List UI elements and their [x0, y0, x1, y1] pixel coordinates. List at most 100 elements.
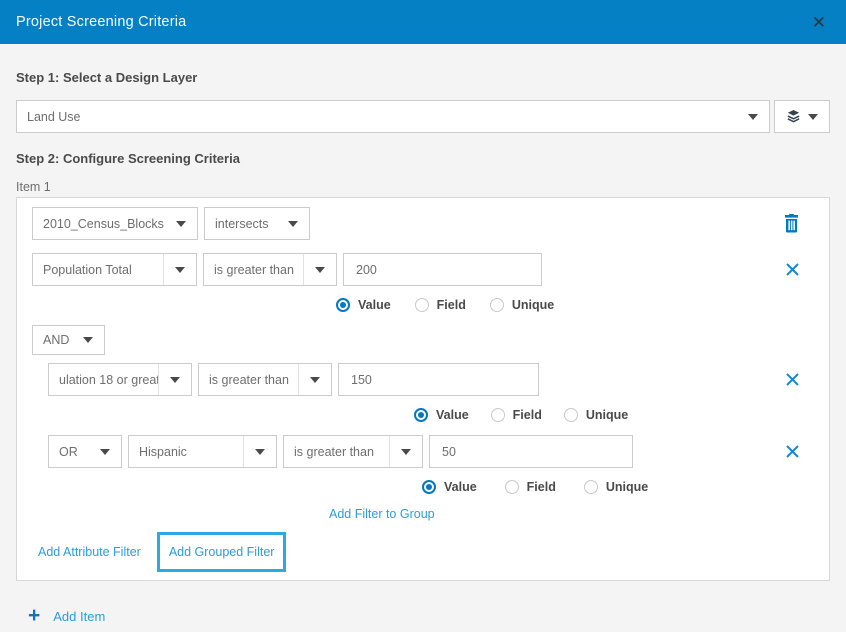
caret-cell [164, 208, 197, 239]
chevron-down-icon [310, 377, 320, 383]
chevron-down-icon [315, 267, 325, 273]
filter1-value-input[interactable] [343, 253, 542, 286]
radio-value[interactable]: Value [422, 480, 477, 494]
spatial-operator-select[interactable]: intersects [204, 207, 310, 240]
dialog-body: Step 1: Select a Design Layer Land Use S… [0, 70, 846, 625]
plus-icon: + [28, 607, 40, 625]
caret-cell [163, 254, 196, 285]
radio-value[interactable]: Value [336, 298, 391, 312]
radio-unique-label: Unique [606, 480, 648, 494]
delete-item-button[interactable] [783, 214, 800, 233]
radio-field[interactable]: Field [415, 298, 466, 312]
add-item-label: Add Item [53, 609, 105, 624]
remove-filterA-button[interactable] [785, 372, 800, 387]
radio-circle [490, 298, 504, 312]
caret-cell [243, 436, 276, 467]
chevron-down-icon [170, 377, 180, 383]
chevron-down-icon [100, 449, 110, 455]
filterA-field-select[interactable]: ulation 18 or greater [48, 363, 192, 396]
item-actions-row: Add Attribute Filter Add Grouped Filter [32, 530, 814, 574]
add-item-button[interactable]: + Add Item [16, 607, 830, 625]
filterA-value-input[interactable] [338, 363, 539, 396]
screening-layer-value: 2010_Census_Blocks [33, 217, 164, 231]
filter1-operator-select[interactable]: is greater than [203, 253, 337, 286]
spatial-operator-value: intersects [205, 217, 276, 231]
layers-icon [786, 109, 801, 124]
filter1-mode-radios: Value Field Unique [336, 297, 814, 313]
chevron-down-icon [175, 267, 185, 273]
add-attribute-filter-link[interactable]: Add Attribute Filter [38, 545, 141, 559]
trash-icon [783, 214, 800, 233]
radio-value-label: Value [436, 408, 469, 422]
grouped-filter-b-row: OR Hispanic is greater than [48, 435, 814, 468]
dialog-title: Project Screening Criteria [16, 14, 186, 30]
radio-value[interactable]: Value [414, 408, 469, 422]
project-screening-criteria-dialog: Project Screening Criteria ✕ Step 1: Sel… [0, 0, 846, 632]
radio-circle [505, 480, 519, 494]
filterB-logical-operator-value: OR [49, 445, 88, 459]
radio-circle [491, 408, 505, 422]
chevron-down-icon [288, 221, 298, 227]
filterA-mode-radios: Value Field Unique [414, 407, 814, 423]
filterB-field-value: Hispanic [129, 445, 243, 459]
spatial-filter-row: 2010_Census_Blocks intersects [32, 207, 814, 240]
filterB-operator-value: is greater than [284, 445, 389, 459]
filterA-operator-select[interactable]: is greater than [198, 363, 332, 396]
attribute-filter-row: Population Total is greater than [32, 253, 814, 286]
filterB-logical-operator-select[interactable]: OR [48, 435, 122, 468]
add-grouped-filter-callout: Add Grouped Filter [157, 532, 287, 572]
caret-cell [71, 326, 104, 354]
caret-cell [389, 436, 422, 467]
radio-field-label: Field [513, 408, 542, 422]
close-icon [785, 372, 800, 387]
radio-circle [415, 298, 429, 312]
caret-cell [303, 254, 336, 285]
caret-cell [158, 364, 191, 395]
chevron-down-icon [176, 221, 186, 227]
filter1-field-select[interactable]: Population Total [32, 253, 197, 286]
add-filter-to-group-link[interactable]: Add Filter to Group [329, 507, 814, 522]
remove-filterB-button[interactable] [785, 444, 800, 459]
close-icon [785, 444, 800, 459]
radio-unique[interactable]: Unique [564, 408, 628, 422]
radio-field[interactable]: Field [491, 408, 542, 422]
radio-circle [584, 480, 598, 494]
item-label: Item 1 [16, 180, 830, 194]
design-layer-select[interactable]: Land Use [16, 100, 770, 133]
chevron-down-icon [401, 449, 411, 455]
caret-cell [88, 436, 121, 467]
group-logic-row: AND [32, 325, 814, 355]
caret-cell [298, 364, 331, 395]
filterA-operator-value: is greater than [199, 373, 298, 387]
filter1-operator-value: is greater than [204, 263, 303, 277]
filterB-value-input[interactable] [429, 435, 633, 468]
group-logical-operator-value: AND [33, 333, 71, 347]
group-logical-operator-select[interactable]: AND [32, 325, 105, 355]
close-icon[interactable]: ✕ [808, 12, 830, 33]
chevron-down-icon [83, 337, 93, 343]
radio-field[interactable]: Field [505, 480, 556, 494]
filterB-operator-select[interactable]: is greater than [283, 435, 423, 468]
design-layer-value: Land Use [17, 110, 736, 124]
screening-layer-select[interactable]: 2010_Census_Blocks [32, 207, 198, 240]
chevron-down-icon [255, 449, 265, 455]
chevron-down-icon [808, 114, 818, 120]
radio-circle [414, 408, 428, 422]
filterB-mode-radios: Value Field Unique [422, 479, 814, 495]
radio-unique[interactable]: Unique [584, 480, 648, 494]
radio-circle [564, 408, 578, 422]
add-grouped-filter-link[interactable]: Add Grouped Filter [169, 545, 275, 559]
remove-filter1-button[interactable] [785, 262, 800, 277]
dialog-header: Project Screening Criteria ✕ [0, 0, 846, 44]
radio-value-label: Value [358, 298, 391, 312]
radio-unique-label: Unique [586, 408, 628, 422]
caret-cell [736, 101, 769, 132]
layer-options-button[interactable] [774, 100, 830, 133]
step1-label: Step 1: Select a Design Layer [16, 70, 830, 85]
radio-unique[interactable]: Unique [490, 298, 554, 312]
filterB-field-select[interactable]: Hispanic [128, 435, 277, 468]
filter1-field-value: Population Total [33, 263, 163, 277]
radio-field-label: Field [527, 480, 556, 494]
step2-label: Step 2: Configure Screening Criteria [16, 151, 830, 166]
grouped-filters: ulation 18 or greater is greater than [32, 363, 814, 522]
